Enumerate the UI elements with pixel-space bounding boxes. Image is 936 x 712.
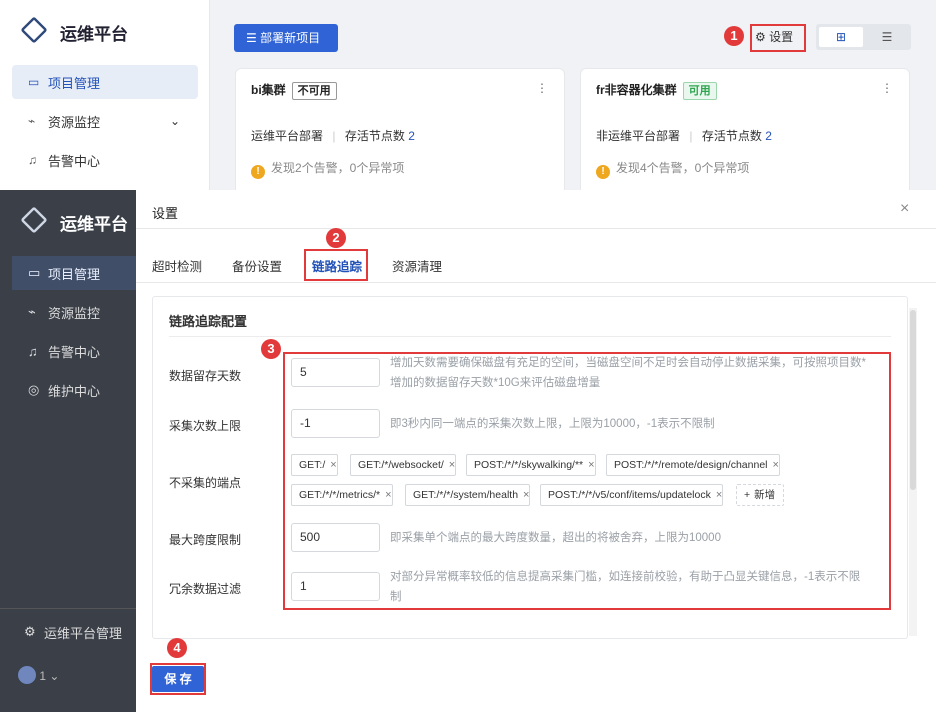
card-title-row: bi集群 不可用 bbox=[251, 81, 337, 100]
app-title: 运维平台 bbox=[60, 25, 128, 44]
sidebar-item-label: 项目管理 bbox=[48, 75, 101, 91]
gear-icon: ⚙ bbox=[24, 624, 36, 639]
card-title-row: fr非容器化集群 可用 bbox=[596, 81, 717, 100]
monitor-icon: ⌁ bbox=[28, 114, 36, 128]
project-icon: ▭ bbox=[28, 75, 40, 89]
dialog-title: 设置 bbox=[152, 206, 179, 221]
card-alert: 发现2个告警，0个异常项 bbox=[271, 161, 405, 175]
nodes-count: 2 bbox=[408, 129, 415, 143]
nodes-count: 2 bbox=[765, 129, 772, 143]
step-marker-1: 1 bbox=[724, 26, 744, 46]
section-title: 链路追踪配置 bbox=[169, 314, 248, 329]
settings-dialog: 设置 × 超时检测 备份设置 链路追踪 资源清理 链路追踪配置 数据留存天数 5… bbox=[136, 190, 936, 712]
card-desc: 非运维平台部署 bbox=[596, 129, 681, 143]
status-badge: 不可用 bbox=[291, 82, 337, 100]
user-label: 1 bbox=[39, 669, 47, 683]
list-icon: ☰ bbox=[881, 30, 893, 44]
sidebar-item-maintenance[interactable]: ◎ 维护中心 bbox=[12, 373, 136, 407]
sidebar-item-label: 资源监控 bbox=[48, 305, 101, 321]
sidebar-item-alarm[interactable]: ♫ 告警中心 bbox=[12, 334, 136, 368]
sidebar-item-label: 运维平台管理 bbox=[44, 625, 123, 641]
filter-label: 冗余数据过滤 bbox=[169, 582, 242, 596]
chevron-down-icon[interactable]: ⌄ bbox=[170, 114, 180, 128]
span-label: 最大跨度限制 bbox=[169, 533, 242, 547]
monitor-icon: ⌁ bbox=[28, 304, 36, 319]
close-icon[interactable]: × bbox=[900, 200, 909, 218]
step-marker-2: 2 bbox=[326, 228, 346, 248]
project-card[interactable]: bi集群 不可用 ⋮ 运维平台部署 | 存活节点数 2 ! 发现2个告警，0个异常项 bbox=[235, 68, 565, 198]
view-toggle: ⊞ ☰ bbox=[816, 24, 911, 50]
save-highlight bbox=[150, 663, 206, 695]
dialog-header-divider bbox=[136, 228, 936, 229]
scrollbar[interactable] bbox=[909, 308, 917, 636]
sidebar-item-label: 维护中心 bbox=[48, 383, 101, 399]
deploy-label: 部署新项目 bbox=[260, 31, 321, 45]
warning-icon: ! bbox=[251, 165, 265, 179]
more-icon[interactable]: ⋮ bbox=[536, 81, 548, 95]
sidebar-item-alarm[interactable]: ♫ 告警中心 bbox=[12, 143, 198, 177]
user-menu[interactable]: 1 ⌄ bbox=[18, 666, 59, 684]
excluded-label: 不采集的端点 bbox=[169, 476, 242, 490]
grid-view-button[interactable]: ⊞ bbox=[819, 27, 863, 47]
deploy-icon: ☰ bbox=[246, 31, 257, 45]
tab-highlight bbox=[304, 249, 368, 281]
step-marker-4: 4 bbox=[167, 638, 187, 658]
chevron-down-icon: ⌄ bbox=[49, 669, 60, 683]
app-logo bbox=[20, 206, 48, 235]
divider bbox=[0, 608, 136, 609]
sidebar-item-monitor[interactable]: ⌁ 资源监控 bbox=[12, 295, 136, 329]
avatar bbox=[18, 666, 36, 684]
sidebar: 运维平台 ▭ 项目管理 ⌁ 资源监控 ⌄ ♫ 告警中心 bbox=[0, 0, 210, 190]
nodes-label: 存活节点数 bbox=[701, 129, 762, 143]
card-alert: 发现4个告警，0个异常项 bbox=[616, 161, 750, 175]
sidebar-item-monitor[interactable]: ⌁ 资源监控 ⌄ bbox=[12, 104, 198, 138]
app-logo bbox=[20, 16, 48, 45]
nodes-label: 存活节点数 bbox=[344, 129, 405, 143]
project-icon: ▭ bbox=[28, 265, 41, 280]
alarm-icon: ♫ bbox=[28, 153, 37, 167]
tabs-divider bbox=[136, 282, 936, 283]
card-desc-row: 非运维平台部署 | 存活节点数 2 bbox=[596, 129, 772, 143]
sidebar-item-label: 告警中心 bbox=[48, 344, 101, 360]
settings-highlight bbox=[750, 24, 806, 52]
sidebar-item-label: 资源监控 bbox=[48, 114, 101, 130]
maintenance-icon: ◎ bbox=[28, 382, 40, 397]
deploy-button[interactable]: ☰ 部署新项目 bbox=[234, 24, 338, 52]
retention-label: 数据留存天数 bbox=[169, 369, 242, 383]
list-view-button[interactable]: ☰ bbox=[866, 27, 908, 47]
sidebar-dimmed: 运维平台 ▭ 项目管理 ⌁ 资源监控 ♫ 告警中心 ◎ 维护中心 ⚙ 运维平台管理 1 ⌄ bbox=[0, 190, 136, 712]
section-divider bbox=[169, 336, 891, 337]
warning-icon: ! bbox=[596, 165, 610, 179]
tab-cleanup[interactable]: 资源清理 bbox=[392, 256, 442, 275]
card-desc: 运维平台部署 bbox=[251, 129, 324, 143]
sidebar-item-project[interactable]: ▭ 项目管理 bbox=[12, 65, 198, 99]
config-highlight bbox=[283, 352, 891, 610]
card-alert-row: ! 发现4个告警，0个异常项 bbox=[596, 159, 749, 179]
limit-label: 采集次数上限 bbox=[169, 419, 242, 433]
step-marker-3: 3 bbox=[261, 339, 281, 359]
sidebar-item-admin[interactable]: ⚙ 运维平台管理 bbox=[6, 615, 130, 649]
scrollbar-thumb[interactable] bbox=[910, 310, 916, 490]
tab-timeout[interactable]: 超时检测 bbox=[152, 256, 202, 275]
status-badge: 可用 bbox=[682, 82, 717, 100]
sidebar-item-label: 项目管理 bbox=[48, 266, 101, 282]
card-title: fr非容器化集群 bbox=[596, 83, 677, 97]
sidebar-item-label: 告警中心 bbox=[48, 153, 101, 169]
more-icon[interactable]: ⋮ bbox=[881, 81, 893, 95]
alarm-icon: ♫ bbox=[28, 343, 38, 359]
grid-icon: ⊞ bbox=[835, 30, 847, 44]
tab-backup[interactable]: 备份设置 bbox=[232, 256, 282, 275]
card-alert-row: ! 发现2个告警，0个异常项 bbox=[251, 159, 404, 179]
sidebar-item-project[interactable]: ▭ 项目管理 bbox=[12, 256, 136, 290]
card-desc-row: 运维平台部署 | 存活节点数 2 bbox=[251, 129, 415, 143]
card-title: bi集群 bbox=[251, 83, 286, 97]
app-title: 运维平台 bbox=[60, 215, 128, 234]
project-card[interactable]: fr非容器化集群 可用 ⋮ 非运维平台部署 | 存活节点数 2 ! 发现4个告警，0… bbox=[580, 68, 910, 198]
